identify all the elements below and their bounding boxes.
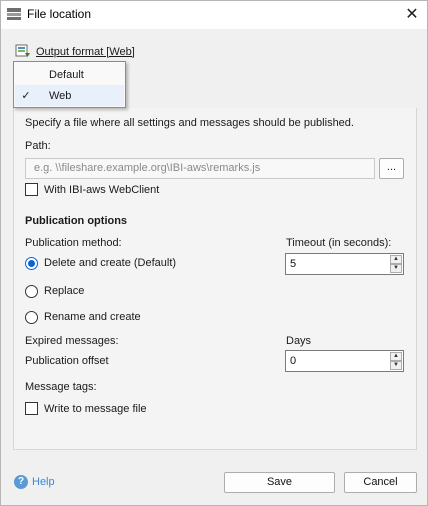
path-input[interactable]: e.g. \\fileshare.example.org\IBI-aws\rem… (25, 158, 375, 179)
message-tags-label: Message tags: (25, 381, 97, 393)
help-icon[interactable]: ? (14, 475, 28, 489)
file-location-dialog: File location ✕ Output format [Web] Defa… (0, 0, 428, 506)
dropdown-item-web[interactable]: ✓ Web (15, 85, 124, 106)
path-label: Path: (25, 140, 51, 152)
radio-rename-and-create[interactable] (25, 311, 38, 324)
window-title: File location (27, 7, 92, 21)
output-format-label: Output format [Web] (36, 45, 135, 58)
close-button[interactable]: ✕ (397, 1, 427, 27)
checkmark-icon: ✓ (21, 90, 31, 102)
spin-down-icon[interactable]: ▼ (390, 264, 402, 273)
publication-options-heading: Publication options (25, 215, 128, 227)
browse-button[interactable]: ... (379, 158, 404, 179)
radio-label: Replace (44, 285, 85, 297)
spin-down-icon[interactable]: ▼ (390, 361, 402, 370)
publication-method-label: Publication method: (25, 237, 122, 249)
dropdown-item-default[interactable]: Default (15, 64, 124, 85)
publication-offset-label: Publication offset (25, 355, 109, 367)
webclient-label: With IBI-aws WebClient (44, 184, 160, 196)
radio-delete-and-create[interactable] (25, 257, 38, 270)
output-format-icon (15, 44, 30, 57)
expired-messages-label: Expired messages: (25, 335, 119, 347)
timeout-spinbox[interactable]: 5 ▲ ▼ (285, 253, 404, 275)
dropdown-item-label: Default (49, 68, 84, 81)
output-format-dropdown: Default ✓ Web (13, 61, 126, 108)
offset-value: 0 (290, 355, 297, 367)
radio-label: Rename and create (44, 311, 141, 323)
timeout-label: Timeout (in seconds): (286, 237, 392, 249)
cancel-button[interactable]: Cancel (344, 472, 417, 493)
radio-label: Delete and create (Default) (44, 257, 177, 269)
write-message-label: Write to message file (44, 403, 147, 415)
app-icon (7, 8, 21, 20)
save-button[interactable]: Save (224, 472, 335, 493)
offset-spinbox[interactable]: 0 ▲ ▼ (285, 350, 404, 372)
dropdown-item-label: Web (49, 89, 72, 102)
spin-up-icon[interactable]: ▲ (390, 255, 402, 264)
spin-up-icon[interactable]: ▲ (390, 352, 402, 361)
webclient-checkbox[interactable] (25, 183, 38, 196)
timeout-value: 5 (290, 258, 297, 270)
output-format-menu[interactable]: Output format [Web] (15, 44, 135, 59)
close-icon: ✕ (405, 6, 419, 23)
description-text: Specify a file where all settings and me… (25, 117, 354, 129)
help-link[interactable]: Help (32, 476, 55, 488)
days-label: Days (286, 335, 312, 347)
radio-replace[interactable] (25, 285, 38, 298)
title-bar: File location ✕ (1, 1, 427, 29)
write-message-checkbox[interactable] (25, 402, 38, 415)
